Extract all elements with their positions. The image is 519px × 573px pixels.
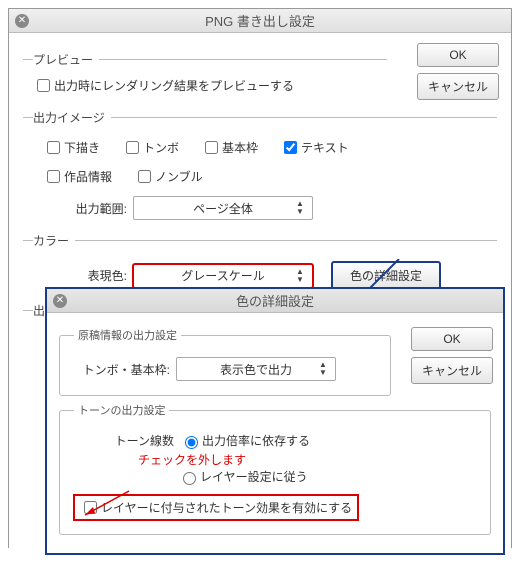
dialog-titlebar: ✕ PNG 書き出し設定 — [9, 9, 511, 33]
image-group: 出力イメージ 下描き トンボ 基本枠 テキスト 作品情報 ノンブル 出力範囲: … — [23, 109, 497, 224]
sub-cancel-button[interactable]: キャンセル — [411, 357, 493, 384]
follow-layer-radio[interactable]: レイヤー設定に従う — [178, 468, 308, 485]
expr-label: 表現色: — [63, 267, 127, 284]
tone-line-label: トーン線数 — [104, 432, 174, 449]
text-checkbox[interactable]: テキスト — [280, 138, 349, 157]
close-icon[interactable]: ✕ — [53, 294, 67, 308]
tombo-basic-select[interactable]: 表示色で出力 ▲▼ — [176, 357, 336, 381]
sub-ok-button[interactable]: OK — [411, 327, 493, 351]
tone-group: トーンの出力設定 トーン線数 出力倍率に依存する チェックを外します レイヤー設… — [59, 402, 491, 535]
png-export-dialog: ✕ PNG 書き出し設定 OK キャンセル プレビュー 出力時にレンダリング結果… — [8, 8, 512, 548]
nombre-checkbox[interactable]: ノンブル — [134, 167, 203, 186]
color-group: カラー 表現色: グレースケール ▲▼ 色の詳細設定 — [23, 232, 497, 294]
preview-checkbox-row[interactable]: 出力時にレンダリング結果をプレビューする — [33, 76, 294, 95]
sub-title: 色の詳細設定 — [236, 291, 314, 310]
color-detail-button[interactable]: 色の詳細設定 — [331, 261, 441, 290]
color-detail-dialog: ✕ 色の詳細設定 OK キャンセル 原稿情報の出力設定 トンボ・基本枠: 表示色… — [45, 287, 505, 555]
depend-ratio-radio[interactable]: 出力倍率に依存する — [180, 432, 310, 449]
cancel-button[interactable]: キャンセル — [417, 73, 499, 100]
dialog-title: PNG 書き出し設定 — [205, 11, 315, 30]
range-label: 出力範囲: — [63, 200, 127, 217]
range-select[interactable]: ページ全体 ▲▼ — [133, 196, 313, 220]
ok-button[interactable]: OK — [417, 43, 499, 67]
color-legend: カラー — [33, 232, 75, 249]
stepper-icon: ▲▼ — [296, 197, 308, 219]
tombo-checkbox[interactable]: トンボ — [122, 138, 179, 157]
preview-checkbox[interactable] — [37, 79, 50, 92]
preview-legend: プレビュー — [33, 51, 99, 68]
tombo-basic-label: トンボ・基本枠: — [74, 361, 170, 378]
sub-titlebar: ✕ 色の詳細設定 — [47, 289, 503, 313]
stepper-icon: ▲▼ — [296, 265, 308, 287]
close-icon[interactable]: ✕ — [15, 14, 29, 28]
preview-group: プレビュー 出力時にレンダリング結果をプレビューする — [23, 51, 387, 101]
basic-checkbox[interactable]: 基本枠 — [201, 138, 258, 157]
info-checkbox[interactable]: 作品情報 — [43, 167, 112, 186]
draft-checkbox[interactable]: 下描き — [43, 138, 100, 157]
image-legend: 出力イメージ — [33, 109, 111, 126]
expr-select[interactable]: グレースケール ▲▼ — [133, 264, 313, 288]
stepper-icon: ▲▼ — [319, 358, 331, 380]
uncheck-note: チェックを外します — [138, 453, 246, 467]
tone-effect-checkbox[interactable]: レイヤーに付与されたトーン効果を有効にする — [80, 498, 352, 517]
manuscript-group: 原稿情報の出力設定 トンボ・基本枠: 表示色で出力 ▲▼ — [59, 327, 391, 396]
